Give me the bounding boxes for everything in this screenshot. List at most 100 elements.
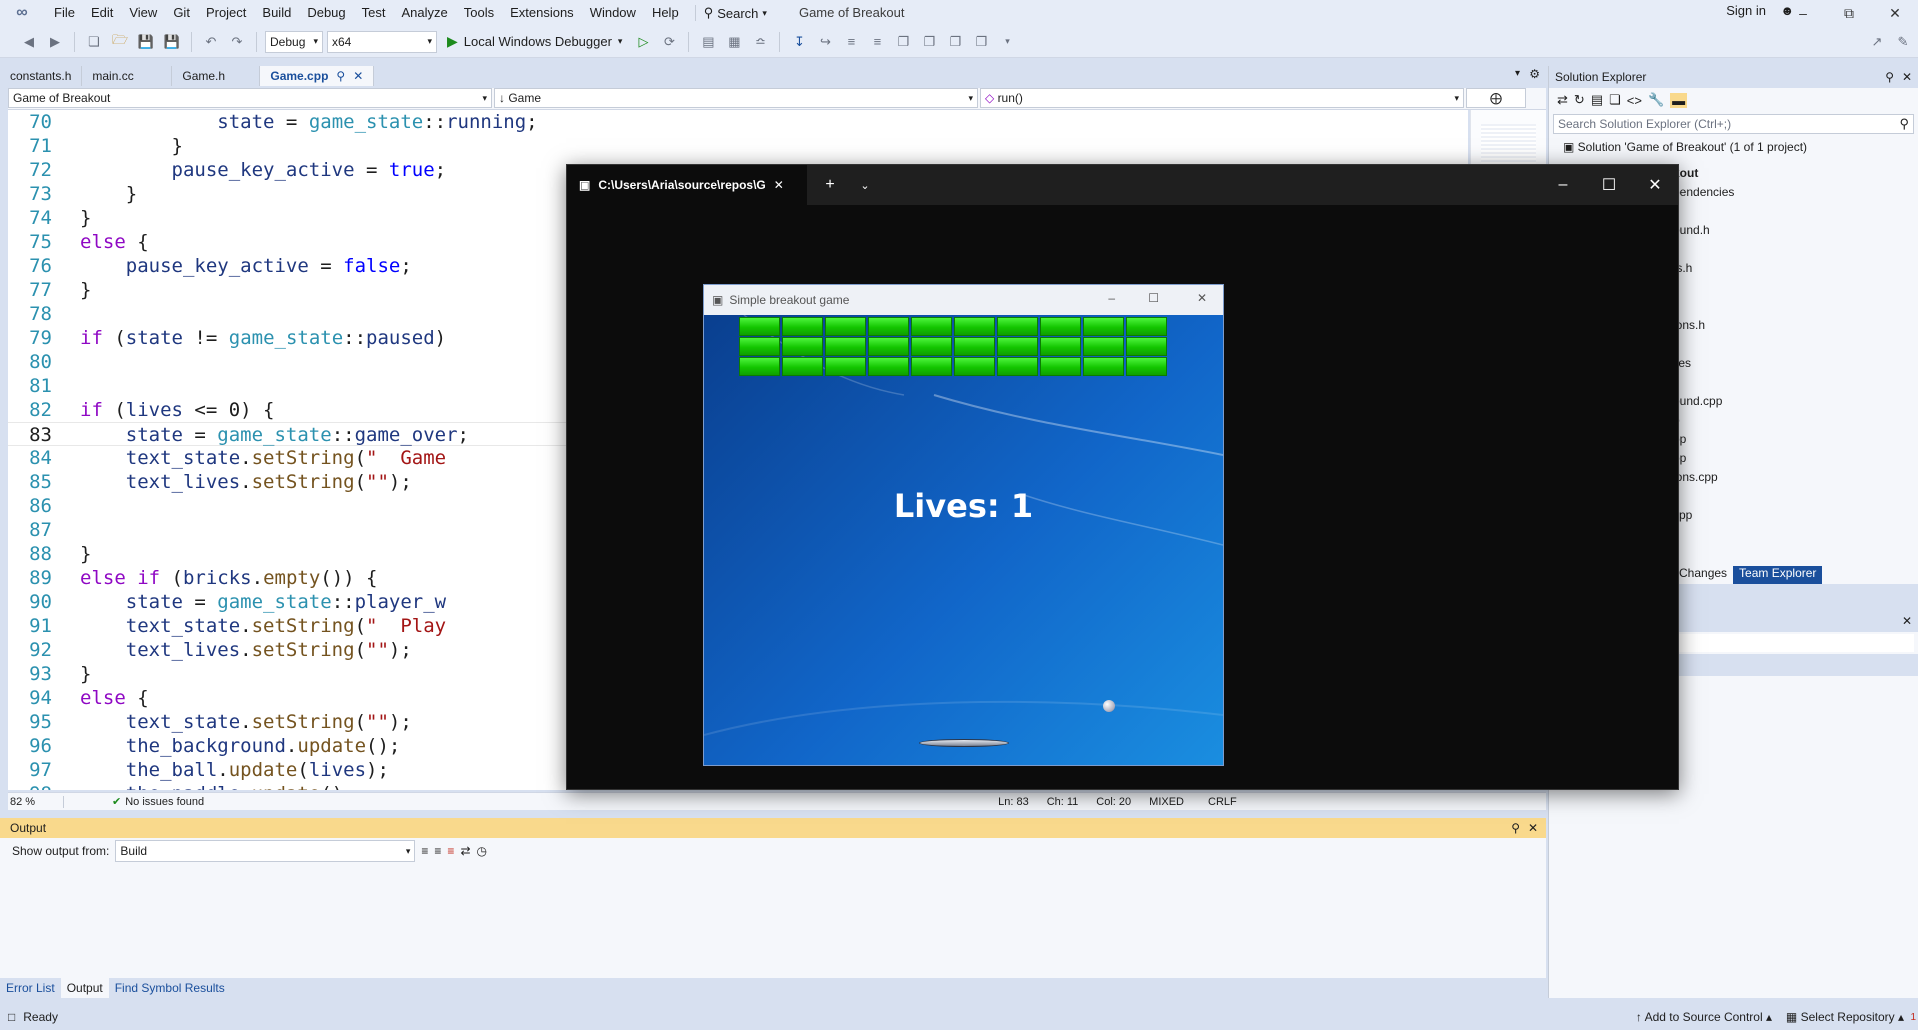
close-icon[interactable]: ✕ <box>1632 165 1678 205</box>
new-tab-icon[interactable]: + <box>807 165 853 205</box>
tree-item[interactable]: ound.h <box>1673 221 1734 240</box>
collapse-icon[interactable]: ▤ <box>1591 92 1603 108</box>
close-tab-icon[interactable]: ✕ <box>774 178 784 192</box>
tree-item[interactable]: pendencies <box>1673 183 1734 202</box>
notifications-badge[interactable]: 1 <box>1910 1012 1916 1023</box>
menu-project[interactable]: Project <box>198 2 254 24</box>
tree-item[interactable]: kout <box>1673 164 1734 183</box>
layout-icon[interactable]: ▦ <box>723 31 745 53</box>
tab-output[interactable]: Output <box>60 978 109 998</box>
project-dropdown[interactable]: Game of Breakout ▾ <box>8 88 492 108</box>
new-item-icon[interactable]: ❏ <box>83 31 105 53</box>
minimize-icon[interactable]: – <box>1540 165 1586 205</box>
add-to-source-control-button[interactable]: ↑ Add to Source Control ▴ <box>1636 1010 1772 1024</box>
step-icon[interactable]: ↧ <box>788 31 810 53</box>
tree-item[interactable]: ions.h <box>1673 316 1734 335</box>
tab-find-symbol-results[interactable]: Find Symbol Results <box>109 978 231 998</box>
minimize-icon[interactable]: – <box>1108 291 1115 305</box>
close-icon[interactable]: ✕ <box>1197 291 1207 305</box>
tree-item[interactable]: s <box>1673 373 1734 392</box>
files-icon[interactable]: ❏ <box>1609 92 1621 108</box>
save-all-icon[interactable]: 💾 <box>161 31 183 53</box>
issues-label[interactable]: No issues found <box>125 796 204 808</box>
gear-icon[interactable]: ⚙ <box>1529 67 1540 81</box>
word-wrap-icon[interactable]: ⇄ <box>460 844 470 858</box>
maximize-icon[interactable]: ☐ <box>1148 291 1159 305</box>
output-source-select[interactable]: Build ▾ <box>115 840 416 862</box>
restore-icon[interactable]: ⧉ <box>1826 0 1872 26</box>
minimize-icon[interactable]: – <box>1780 0 1826 26</box>
member-dropdown[interactable]: ◇ run() ▾ <box>980 88 1464 108</box>
menu-window[interactable]: Window <box>582 2 644 24</box>
platform-select[interactable]: x64 ▾ <box>327 30 437 53</box>
forward-icon[interactable]: ▶ <box>44 31 66 53</box>
preview-icon[interactable]: ▬ <box>1670 92 1688 108</box>
sign-in-link[interactable]: Sign in <box>1726 3 1766 18</box>
menu-tools[interactable]: Tools <box>456 2 502 24</box>
start-debugging-button[interactable]: ▶ Local Windows Debugger ▾ <box>441 33 628 50</box>
tree-item[interactable]: cpp <box>1673 506 1734 525</box>
tab-error-list[interactable]: Error List <box>0 978 61 998</box>
output-text-area[interactable] <box>8 868 1538 972</box>
tab-list-chevron-icon[interactable]: ▾ <box>1515 68 1520 79</box>
uncomment-icon[interactable]: ≡ <box>866 31 888 53</box>
tree-item[interactable] <box>1673 278 1734 297</box>
menu-help[interactable]: Help <box>644 2 687 24</box>
tab-main-cc[interactable]: main.cc <box>82 66 173 86</box>
menu-build[interactable]: Build <box>254 2 299 24</box>
menu-debug[interactable]: Debug <box>299 2 353 24</box>
pin-icon[interactable]: ⚲ <box>1885 70 1894 84</box>
pin-icon[interactable]: ⚲ <box>336 69 345 83</box>
tree-item[interactable] <box>1673 240 1734 259</box>
tree-item[interactable]: h <box>1673 335 1734 354</box>
solution-search-box[interactable]: Search Solution Explorer (Ctrl+;) ⚲ <box>1553 114 1914 134</box>
terminal-tab[interactable]: ▣ C:\Users\Aria\source\repos\G ✕ <box>567 165 807 205</box>
toggle-icon[interactable]: ≏ <box>749 31 771 53</box>
history-icon[interactable]: ↻ <box>1574 92 1585 108</box>
chevron-down-icon[interactable]: ⌄ <box>853 165 877 205</box>
back-icon[interactable]: ◀ <box>18 31 40 53</box>
tree-item[interactable]: ions.cpp <box>1673 468 1734 487</box>
tab-team-explorer[interactable]: Team Explorer <box>1733 566 1823 584</box>
pin-icon[interactable]: ⚲ <box>1511 821 1520 835</box>
browse-icon[interactable]: ▤ <box>697 31 719 53</box>
clock-icon[interactable]: ◷ <box>477 844 487 858</box>
menu-file[interactable]: File <box>46 2 83 24</box>
split-editor-button[interactable]: ⨁ <box>1466 88 1526 108</box>
feedback-icon[interactable]: ✎ <box>1892 31 1914 53</box>
encoding-indicator[interactable]: MIXED <box>1149 796 1184 808</box>
open-folder-icon[interactable]: 🗁 <box>109 31 131 53</box>
tab-game-cpp[interactable]: Game.cpp ⚲ ✕ <box>260 66 375 86</box>
zoom-level[interactable]: 82 % <box>8 795 64 808</box>
hot-reload-icon[interactable]: ⟳ <box>658 31 680 53</box>
clear-all-icon[interactable]: ≡ <box>447 844 454 858</box>
wrench-icon[interactable]: 🔧 <box>1648 92 1664 108</box>
menu-extensions[interactable]: Extensions <box>502 2 582 24</box>
eol-indicator[interactable]: CRLF <box>1208 796 1237 808</box>
tree-item[interactable]: pp <box>1673 430 1734 449</box>
overflow-icon[interactable]: ▾ <box>996 31 1018 53</box>
code-icon[interactable]: <> <box>1627 93 1642 108</box>
close-icon[interactable]: ✕ <box>1902 614 1912 628</box>
menu-test[interactable]: Test <box>354 2 394 24</box>
comment-icon[interactable]: ≡ <box>840 31 862 53</box>
undo-icon[interactable]: ↶ <box>200 31 222 53</box>
scope-dropdown[interactable]: ↓ Game ▾ <box>494 88 978 108</box>
tree-item[interactable]: iles <box>1673 354 1734 373</box>
tree-item[interactable]: ts.h <box>1673 259 1734 278</box>
live-share-icon[interactable]: ↗ <box>1866 31 1888 53</box>
solution-node[interactable]: ▣ Solution 'Game of Breakout' (1 of 1 pr… <box>1549 136 1918 158</box>
tree-item[interactable] <box>1673 297 1734 316</box>
sync-icon[interactable]: ⇄ <box>1557 92 1568 108</box>
menu-git[interactable]: Git <box>165 2 198 24</box>
find-message-icon[interactable]: ≡ <box>421 844 428 858</box>
redo-icon[interactable]: ↷ <box>226 31 248 53</box>
tab-git-changes[interactable]: Changes <box>1673 566 1733 584</box>
step-over-icon[interactable]: ↪ <box>814 31 836 53</box>
next-bookmark-icon[interactable]: ❐ <box>944 31 966 53</box>
search-menu[interactable]: ⚲ Search ▾ <box>694 5 775 21</box>
tree-item[interactable]: ound.cpp <box>1673 392 1734 411</box>
save-icon[interactable]: 💾 <box>135 31 157 53</box>
menu-analyze[interactable]: Analyze <box>393 2 455 24</box>
maximize-icon[interactable]: ☐ <box>1586 165 1632 205</box>
